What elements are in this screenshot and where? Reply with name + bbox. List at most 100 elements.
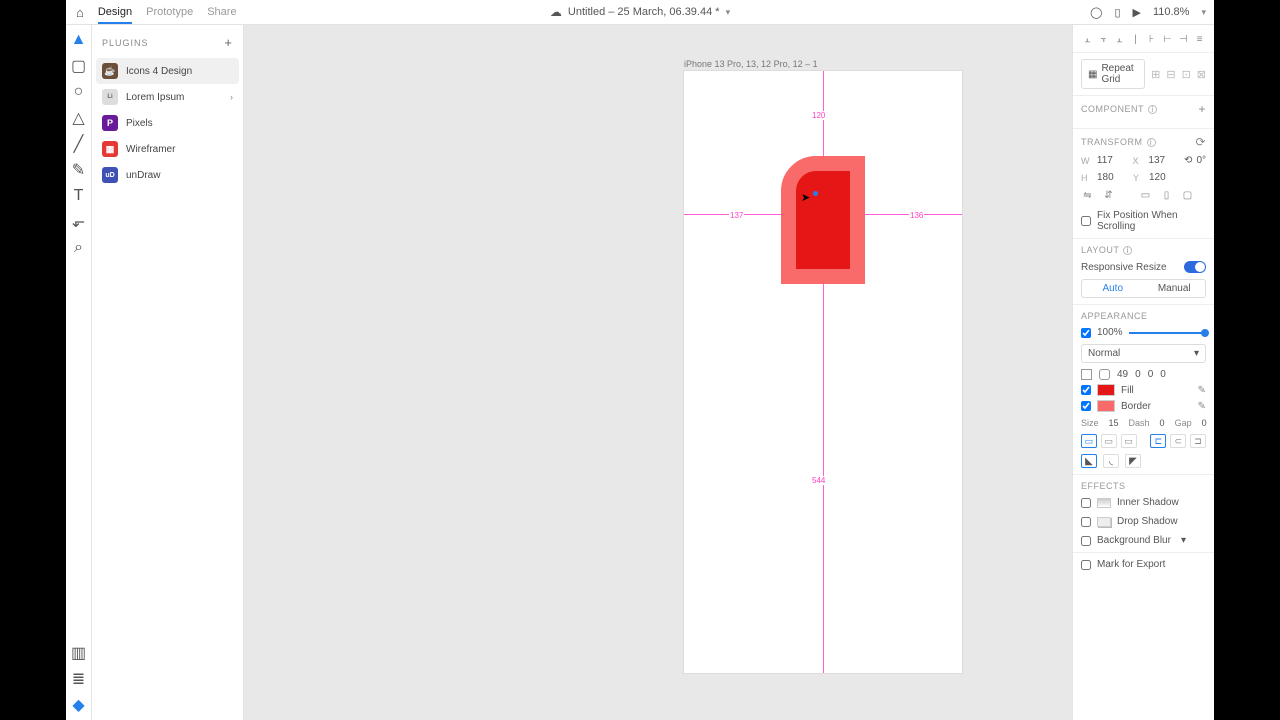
play-icon[interactable]: ▶: [1133, 6, 1141, 19]
zoom-value[interactable]: 110.8%: [1153, 6, 1190, 18]
border-checkbox[interactable]: [1081, 401, 1091, 411]
flip-v-icon[interactable]: ⇵: [1102, 189, 1115, 202]
distribute-v-icon[interactable]: |: [1129, 33, 1142, 46]
align-to-pixel3-icon[interactable]: ▢: [1181, 189, 1194, 202]
pen-tool[interactable]: ✎: [72, 163, 86, 177]
opacity-checkbox[interactable]: [1081, 328, 1091, 338]
eyedropper-icon[interactable]: ✎: [1198, 385, 1206, 396]
artboard[interactable]: 120 137 136 544 ➤: [684, 71, 962, 673]
add-plugin-button[interactable]: +: [224, 35, 233, 50]
align-left-icon[interactable]: ⊦: [1145, 33, 1158, 46]
align-bottom-icon[interactable]: ⫠: [1113, 33, 1126, 46]
align-to-pixel-icon[interactable]: ▭: [1139, 189, 1152, 202]
align-hmid-icon[interactable]: ⊢: [1161, 33, 1174, 46]
y-input[interactable]: 120: [1149, 172, 1179, 183]
bg-blur-checkbox[interactable]: [1081, 536, 1091, 546]
plugin-label: Wireframer: [126, 144, 175, 155]
drop-shadow-checkbox[interactable]: [1081, 517, 1091, 527]
fix-position-checkbox[interactable]: [1081, 216, 1091, 226]
opacity-value[interactable]: 100%: [1097, 327, 1123, 338]
info-icon[interactable]: i: [1123, 246, 1132, 255]
eyedropper-icon[interactable]: ✎: [1198, 401, 1206, 412]
corner-independent-icon[interactable]: [1099, 369, 1110, 380]
stroke-outer-icon[interactable]: ▭: [1121, 434, 1137, 448]
repeat-grid-button[interactable]: ▦ Repeat Grid: [1081, 59, 1145, 89]
corner-same-icon[interactable]: [1081, 369, 1092, 380]
align-vmid-icon[interactable]: ⫟: [1097, 33, 1110, 46]
tab-design[interactable]: Design: [98, 6, 132, 24]
align-top-icon[interactable]: ⫠: [1081, 33, 1094, 46]
artboard-tool[interactable]: ⬐: [72, 215, 86, 229]
plugin-lorem[interactable]: Li Lorem Ipsum ›: [96, 84, 239, 110]
3d-icon[interactable]: ⟳: [1195, 135, 1206, 149]
user-icon[interactable]: ◯: [1090, 6, 1102, 19]
plugins-icon[interactable]: ◆: [72, 698, 86, 712]
cap-round-icon[interactable]: ⊂: [1170, 434, 1186, 448]
export-checkbox[interactable]: [1081, 560, 1091, 570]
plugin-wireframer[interactable]: ▦ Wireframer: [96, 136, 239, 162]
join-bevel-icon[interactable]: ◤: [1125, 454, 1141, 468]
intersect-icon[interactable]: ⊡: [1182, 68, 1191, 81]
opacity-slider[interactable]: [1129, 332, 1206, 334]
exclude-icon[interactable]: ⊠: [1197, 68, 1206, 81]
rectangle-tool[interactable]: ▢: [72, 59, 86, 73]
assets-icon[interactable]: ▥: [72, 646, 86, 660]
plugin-icons4design[interactable]: ☕ Icons 4 Design: [96, 58, 239, 84]
tab-prototype[interactable]: Prototype: [146, 6, 193, 18]
line-tool[interactable]: ╱: [72, 137, 86, 151]
device-preview-icon[interactable]: ▯: [1114, 6, 1120, 19]
border-swatch[interactable]: [1097, 400, 1115, 412]
plugin-pexels[interactable]: P Pixels: [96, 110, 239, 136]
info-icon[interactable]: i: [1147, 138, 1156, 147]
responsive-toggle[interactable]: [1184, 261, 1206, 273]
add-boolean-icon[interactable]: ⊞: [1151, 68, 1160, 81]
distribute-h-icon[interactable]: ≡: [1193, 33, 1206, 46]
corner-tr[interactable]: 0: [1135, 369, 1141, 380]
triangle-tool[interactable]: △: [72, 111, 86, 125]
add-component-icon[interactable]: +: [1198, 102, 1206, 116]
join-miter-icon[interactable]: ◣: [1081, 454, 1097, 468]
title-chevron-icon[interactable]: ▾: [726, 7, 731, 18]
ellipse-tool[interactable]: ○: [72, 85, 86, 99]
stroke-size-input[interactable]: 15: [1109, 418, 1119, 428]
join-round-icon[interactable]: ◟: [1103, 454, 1119, 468]
tab-share[interactable]: Share: [207, 6, 236, 18]
x-input[interactable]: 137: [1148, 155, 1178, 166]
corner-br[interactable]: 0: [1148, 369, 1154, 380]
flip-h-icon[interactable]: ⇋: [1081, 189, 1094, 202]
zoom-chevron-icon[interactable]: ▾: [1201, 7, 1206, 18]
fill-swatch[interactable]: [1097, 384, 1115, 396]
blend-mode-select[interactable]: Normal▾: [1081, 344, 1206, 363]
fill-checkbox[interactable]: [1081, 385, 1091, 395]
home-icon[interactable]: ⌂: [76, 5, 84, 20]
corner-bl[interactable]: 0: [1160, 369, 1166, 380]
zoom-tool[interactable]: ⌕: [72, 241, 86, 255]
artboard-name[interactable]: iPhone 13 Pro, 13, 12 Pro, 12 – 1: [684, 59, 818, 69]
info-icon[interactable]: i: [1148, 105, 1157, 114]
cap-square-icon[interactable]: ⊐: [1190, 434, 1206, 448]
stroke-gap-input[interactable]: 0: [1202, 418, 1207, 428]
plugin-undraw[interactable]: uD unDraw: [96, 162, 239, 188]
stroke-inner-icon[interactable]: ▭: [1081, 434, 1097, 448]
corner-tl[interactable]: 49: [1117, 369, 1128, 380]
selected-shape[interactable]: [781, 156, 865, 284]
text-tool[interactable]: T: [72, 189, 86, 203]
select-tool[interactable]: ▲: [72, 33, 86, 47]
inner-shadow-checkbox[interactable]: [1081, 498, 1091, 508]
height-input[interactable]: 180: [1097, 172, 1127, 183]
align-to-pixel2-icon[interactable]: ▯: [1160, 189, 1173, 202]
rotation-input[interactable]: 0°: [1196, 155, 1206, 166]
stroke-dash-input[interactable]: 0: [1160, 418, 1165, 428]
layout-manual[interactable]: Manual: [1144, 280, 1206, 297]
layers-icon[interactable]: ≣: [72, 672, 86, 686]
blur-chevron-icon[interactable]: ▾: [1181, 535, 1186, 546]
subtract-icon[interactable]: ⊟: [1166, 68, 1175, 81]
stroke-center-icon[interactable]: ▭: [1101, 434, 1117, 448]
cap-butt-icon[interactable]: ⊏: [1150, 434, 1166, 448]
canvas[interactable]: iPhone 13 Pro, 13, 12 Pro, 12 – 1 120 13…: [244, 25, 1072, 720]
document-title[interactable]: Untitled – 25 March, 06.39.44 *: [568, 6, 720, 18]
align-right-icon[interactable]: ⊣: [1177, 33, 1190, 46]
layout-auto[interactable]: Auto: [1082, 280, 1144, 297]
rotate-icon[interactable]: ⟲: [1184, 155, 1192, 166]
width-input[interactable]: 117: [1097, 155, 1127, 166]
